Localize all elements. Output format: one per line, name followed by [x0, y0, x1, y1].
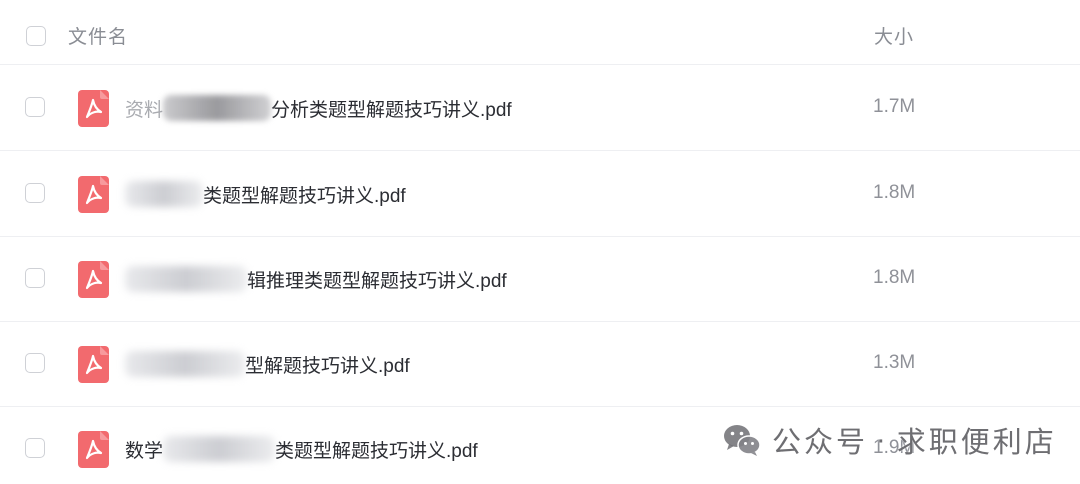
pdf-icon [78, 431, 109, 468]
watermark: 公众号 · 求职便利店 [722, 420, 1057, 460]
file-row-checkbox[interactable] [25, 438, 45, 458]
file-name-visible-prefix: 资料 [125, 99, 164, 121]
file-name[interactable]: 类题型解题技巧讲义.pdf [125, 179, 406, 209]
wechat-icon [724, 425, 761, 456]
file-size: 1.8M [873, 267, 916, 288]
file-name-text: 类题型解题技巧讲义.pdf [203, 185, 406, 207]
pdf-icon [78, 261, 109, 298]
file-name-visible-prefix: 数学 [125, 440, 164, 462]
file-row-checkbox[interactable] [25, 353, 45, 373]
file-size: 1.3M [873, 352, 916, 373]
pdf-icon [78, 346, 109, 383]
file-row-checkbox[interactable] [25, 268, 45, 288]
redacted-text [125, 351, 245, 377]
file-name[interactable]: 资料 分析类题型解题技巧讲义.pdf [125, 93, 512, 123]
file-name-text: 辑推理类题型解题技巧讲义.pdf [247, 270, 507, 292]
redacted-text [125, 266, 247, 292]
file-name-text: 类题型解题技巧讲义.pdf [275, 440, 478, 462]
file-name-text: 型解题技巧讲义.pdf [245, 355, 410, 377]
file-row[interactable]: 型解题技巧讲义.pdf 1.3M [0, 321, 1080, 407]
file-list-header: 文件名 大小 [0, 0, 1080, 65]
file-size: 1.8M [873, 182, 916, 203]
file-name-text: 分析类题型解题技巧讲义.pdf [271, 99, 512, 121]
file-row[interactable]: 辑推理类题型解题技巧讲义.pdf 1.8M [0, 236, 1080, 322]
watermark-label: 公众号 [772, 427, 869, 459]
file-row[interactable]: 类题型解题技巧讲义.pdf 1.8M [0, 151, 1080, 237]
column-header-size[interactable]: 大小 [874, 22, 914, 49]
column-header-name[interactable]: 文件名 [68, 22, 128, 49]
file-list: 文件名 大小 资料 分析类题型解题技巧讲义.pdf 1.7M 类题型解题技巧讲义… [0, 0, 1080, 484]
redacted-text [125, 181, 203, 207]
select-all-checkbox[interactable] [26, 26, 46, 46]
file-size: 1.7M [873, 96, 916, 117]
watermark-separator: · [876, 423, 889, 456]
redacted-text [163, 436, 276, 462]
watermark-account-name: 求职便利店 [896, 427, 1057, 459]
file-row[interactable]: 资料 分析类题型解题技巧讲义.pdf 1.7M [0, 65, 1080, 151]
file-row-checkbox[interactable] [25, 97, 45, 117]
file-row-checkbox[interactable] [25, 183, 45, 203]
file-name[interactable]: 型解题技巧讲义.pdf [125, 349, 410, 379]
file-name[interactable]: 辑推理类题型解题技巧讲义.pdf [125, 264, 507, 294]
pdf-icon [78, 176, 109, 213]
redacted-text [163, 95, 272, 121]
file-name[interactable]: 数学 类题型解题技巧讲义.pdf [125, 434, 478, 464]
pdf-icon [78, 90, 109, 127]
